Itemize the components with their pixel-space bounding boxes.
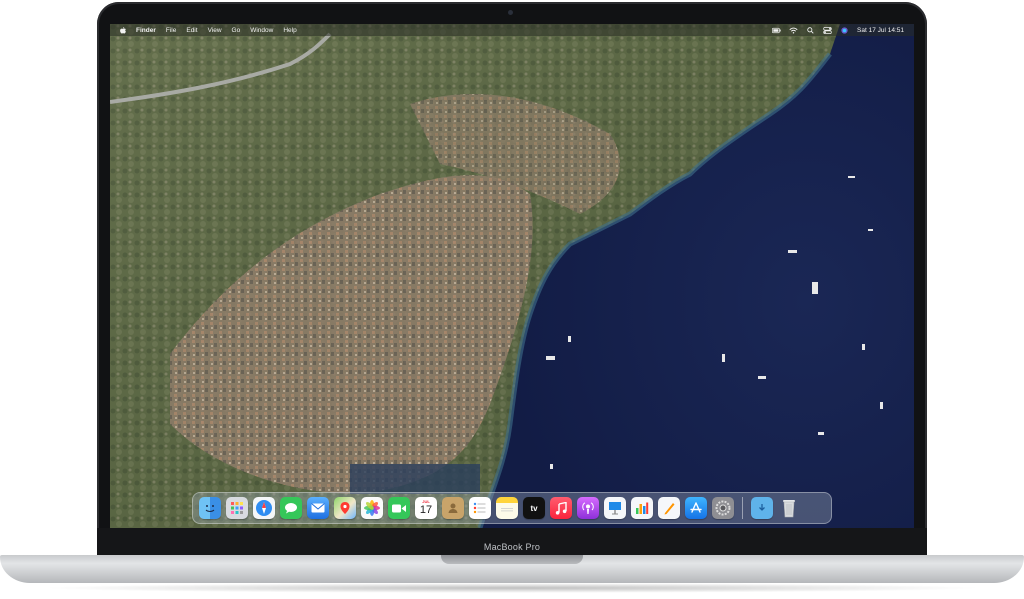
dock-separator: [742, 497, 743, 519]
apple-menu-icon[interactable]: [120, 26, 126, 34]
device-label: MacBook Pro: [483, 542, 541, 552]
menu-file[interactable]: File: [166, 27, 176, 34]
control-center-icon[interactable]: [823, 26, 832, 34]
lid-opening-notch: [441, 555, 583, 564]
photos-icon[interactable]: [361, 497, 383, 519]
menu-help[interactable]: Help: [283, 27, 296, 34]
menu-go[interactable]: Go: [232, 27, 241, 34]
screen: Finder File Edit View Go Window Help Sat…: [110, 24, 914, 528]
downloads-folder-icon[interactable]: [751, 497, 773, 519]
calendar-date: 17: [419, 504, 433, 516]
wifi-icon[interactable]: [789, 27, 798, 34]
spotlight-search-icon[interactable]: [806, 26, 815, 34]
tv-icon[interactable]: tv: [523, 497, 545, 519]
tv-label: tv: [530, 503, 538, 513]
dock: JUL 17 tv: [192, 492, 832, 524]
battery-icon[interactable]: [772, 27, 781, 34]
menu-app-finder[interactable]: Finder: [136, 27, 156, 34]
siri-icon[interactable]: [840, 26, 849, 34]
messages-icon[interactable]: [280, 497, 302, 519]
pages-icon[interactable]: [658, 497, 680, 519]
menu-window[interactable]: Window: [250, 27, 273, 34]
music-icon[interactable]: [550, 497, 572, 519]
menu-bar: Finder File Edit View Go Window Help Sat…: [110, 24, 914, 36]
reminders-icon[interactable]: [469, 497, 491, 519]
system-preferences-icon[interactable]: [712, 497, 734, 519]
finder-icon[interactable]: [199, 497, 221, 519]
menu-edit[interactable]: Edit: [186, 27, 197, 34]
menu-clock[interactable]: Sat 17 Jul 14:51: [857, 27, 904, 34]
trash-icon[interactable]: [778, 497, 800, 519]
app-store-icon[interactable]: [685, 497, 707, 519]
camera: [508, 10, 513, 15]
facetime-icon[interactable]: [388, 497, 410, 519]
laptop-chin: MacBook Pro: [97, 528, 927, 555]
calendar-icon[interactable]: JUL 17: [415, 497, 437, 519]
menu-view[interactable]: View: [208, 27, 222, 34]
maps-icon[interactable]: [334, 497, 356, 519]
contacts-icon[interactable]: [442, 497, 464, 519]
podcasts-icon[interactable]: [577, 497, 599, 519]
launchpad-icon[interactable]: [226, 497, 248, 519]
keynote-icon[interactable]: [604, 497, 626, 519]
numbers-icon[interactable]: [631, 497, 653, 519]
wallpaper: [110, 24, 914, 528]
safari-icon[interactable]: [253, 497, 275, 519]
notes-icon[interactable]: [496, 497, 518, 519]
base-shadow: [40, 583, 984, 593]
mail-icon[interactable]: [307, 497, 329, 519]
